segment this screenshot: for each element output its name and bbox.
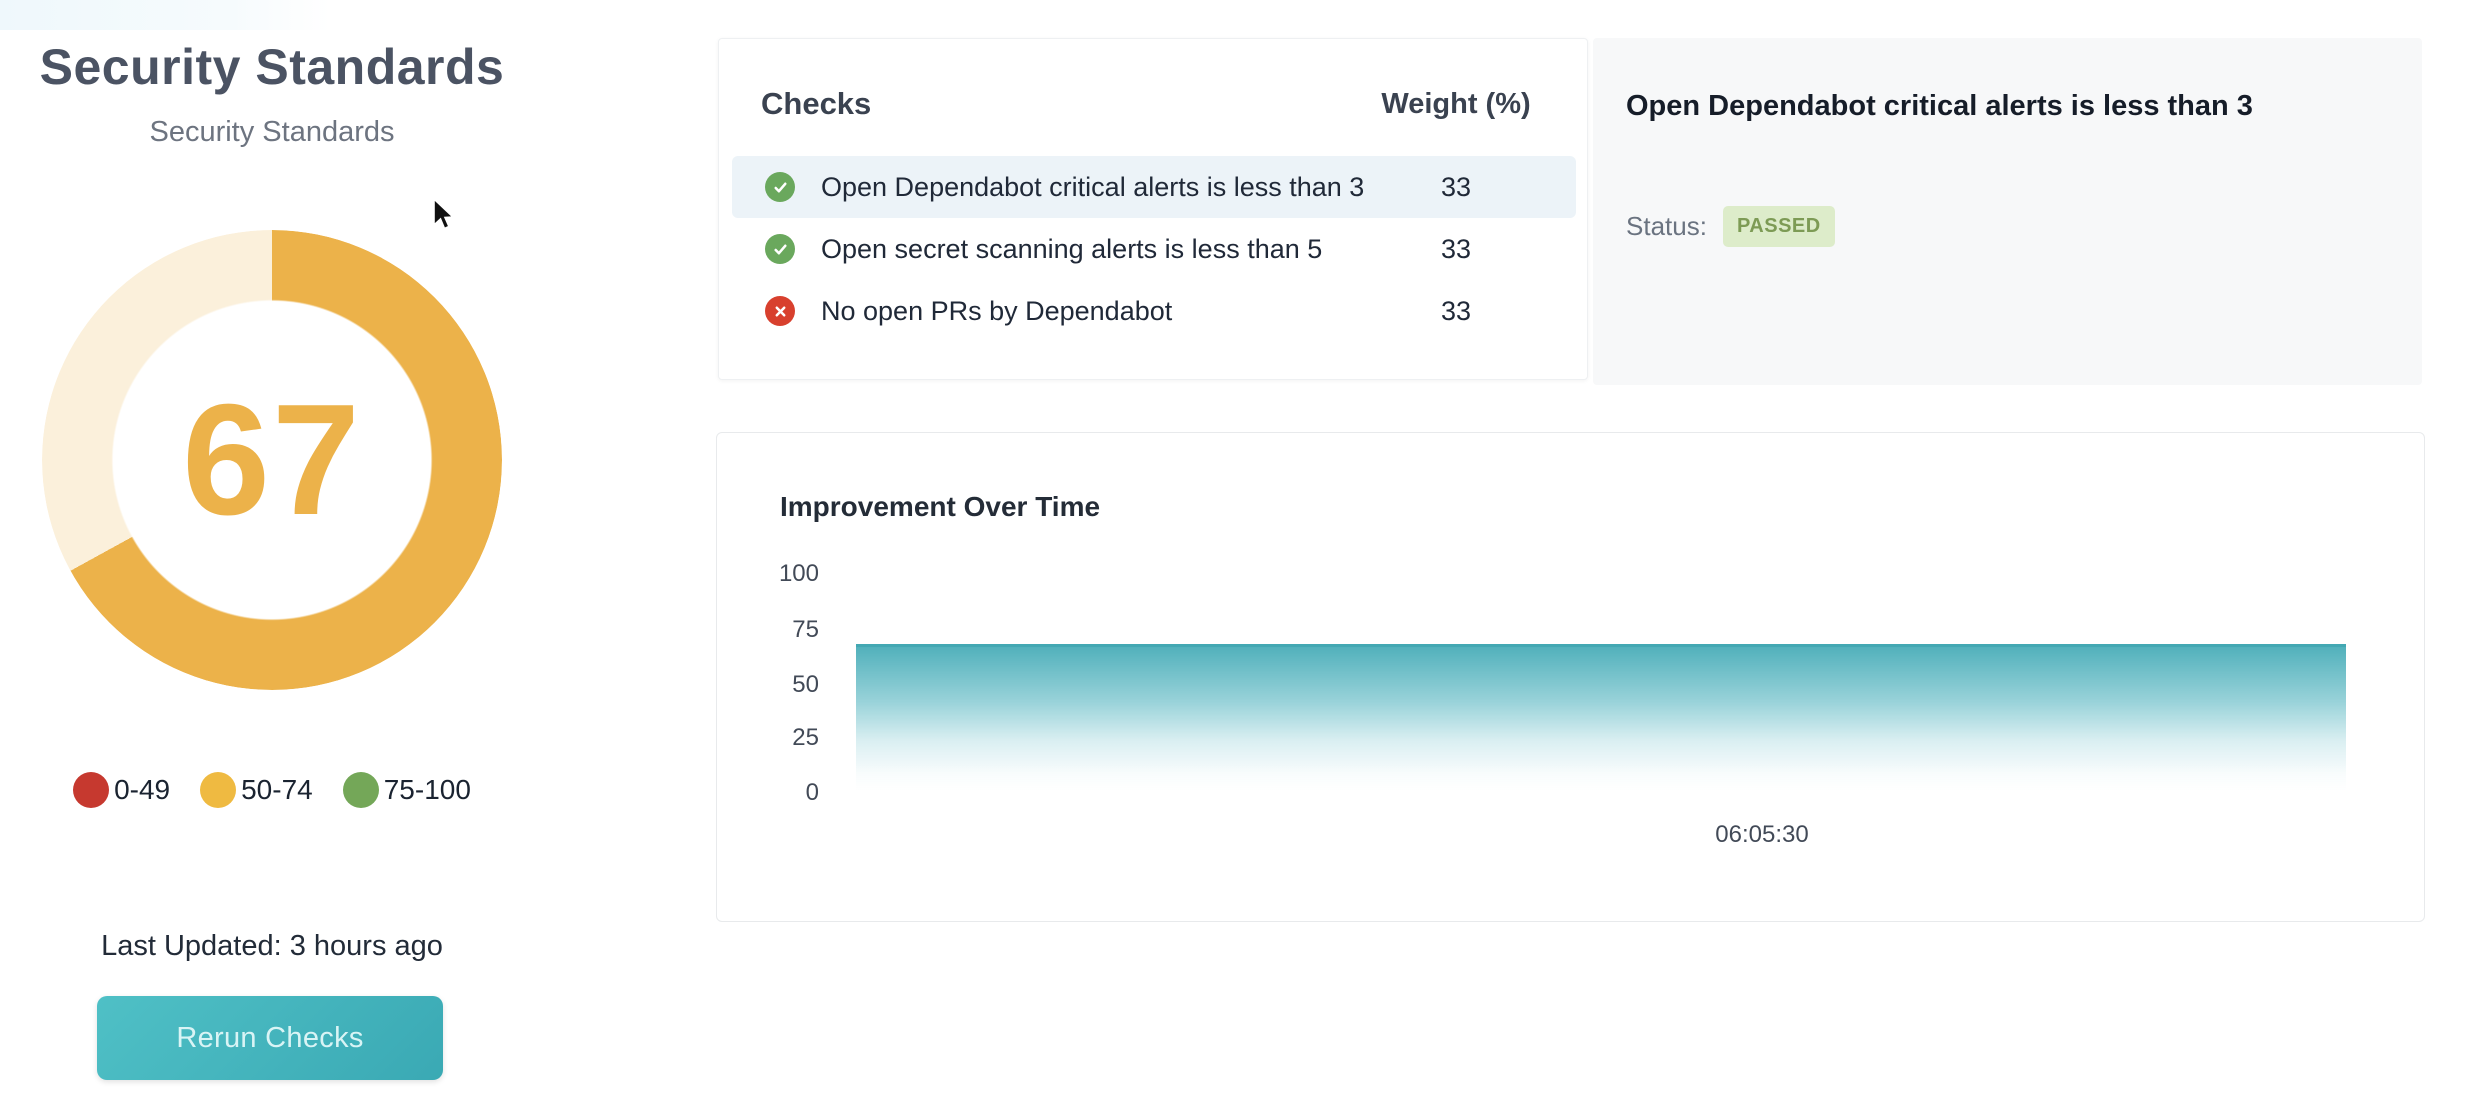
- check-weight: 33: [1351, 296, 1561, 327]
- y-axis-tick-75: 75: [749, 618, 819, 642]
- improvement-chart-card: Improvement Over Time 100 75 50 25 0 06:…: [716, 432, 2425, 922]
- check-weight: 33: [1351, 234, 1561, 265]
- legend-item-low: 0-49: [73, 772, 170, 808]
- legend-label: 50-74: [241, 774, 313, 806]
- check-label: No open PRs by Dependabot: [821, 296, 1172, 327]
- rerun-checks-button[interactable]: Rerun Checks: [97, 996, 443, 1080]
- x-axis-tick-time: 06:05:30: [1702, 821, 1822, 849]
- weight-column-header: Weight (%): [1351, 79, 1561, 129]
- last-updated-text: Last Updated: 3 hours ago: [0, 930, 544, 963]
- detail-panel-title: Open Dependabot critical alerts is less …: [1626, 90, 2386, 123]
- check-label: Open Dependabot critical alerts is less …: [821, 172, 1364, 203]
- legend-dot-green: [343, 772, 379, 808]
- area-series-score: [856, 644, 2346, 791]
- check-weight: 33: [1351, 172, 1561, 203]
- checks-table-header: Checks Weight (%): [719, 79, 1587, 129]
- check-detail-panel: Open Dependabot critical alerts is less …: [1593, 38, 2422, 385]
- y-axis-tick-0: 0: [749, 781, 819, 805]
- status-row: Status: PASSED: [1626, 206, 1835, 247]
- check-row-secret-scanning[interactable]: Open secret scanning alerts is less than…: [732, 218, 1576, 280]
- chart-title: Improvement Over Time: [780, 491, 1100, 523]
- y-axis-tick-100: 100: [749, 562, 819, 586]
- legend-dot-red: [73, 772, 109, 808]
- scorecard-column: Security Standards Security Standards: [0, 0, 544, 149]
- y-axis-tick-25: 25: [749, 726, 819, 750]
- check-label: Open secret scanning alerts is less than…: [821, 234, 1322, 265]
- legend-item-high: 75-100: [343, 772, 471, 808]
- page-subtitle: Security Standards: [0, 116, 544, 149]
- check-row-dependabot-critical[interactable]: Open Dependabot critical alerts is less …: [732, 156, 1576, 218]
- checks-card: Checks Weight (%) Open Dependabot critic…: [718, 38, 1588, 380]
- checks-column-header: Checks: [761, 79, 871, 129]
- score-value: 67: [42, 230, 502, 690]
- check-circle-icon: [765, 234, 795, 264]
- mouse-cursor-icon: [432, 198, 462, 236]
- check-row-open-prs[interactable]: No open PRs by Dependabot 33: [732, 280, 1576, 342]
- score-gauge: 67: [42, 230, 502, 690]
- legend-item-mid: 50-74: [200, 772, 313, 808]
- score-legend: 0-49 50-74 75-100: [0, 772, 544, 808]
- status-badge: PASSED: [1723, 206, 1835, 247]
- page-title: Security Standards: [0, 40, 544, 94]
- status-label: Status:: [1626, 211, 1707, 242]
- legend-label: 75-100: [384, 774, 471, 806]
- check-circle-icon: [765, 172, 795, 202]
- legend-dot-amber: [200, 772, 236, 808]
- x-circle-icon: [765, 296, 795, 326]
- legend-label: 0-49: [114, 774, 170, 806]
- y-axis-tick-50: 50: [749, 673, 819, 697]
